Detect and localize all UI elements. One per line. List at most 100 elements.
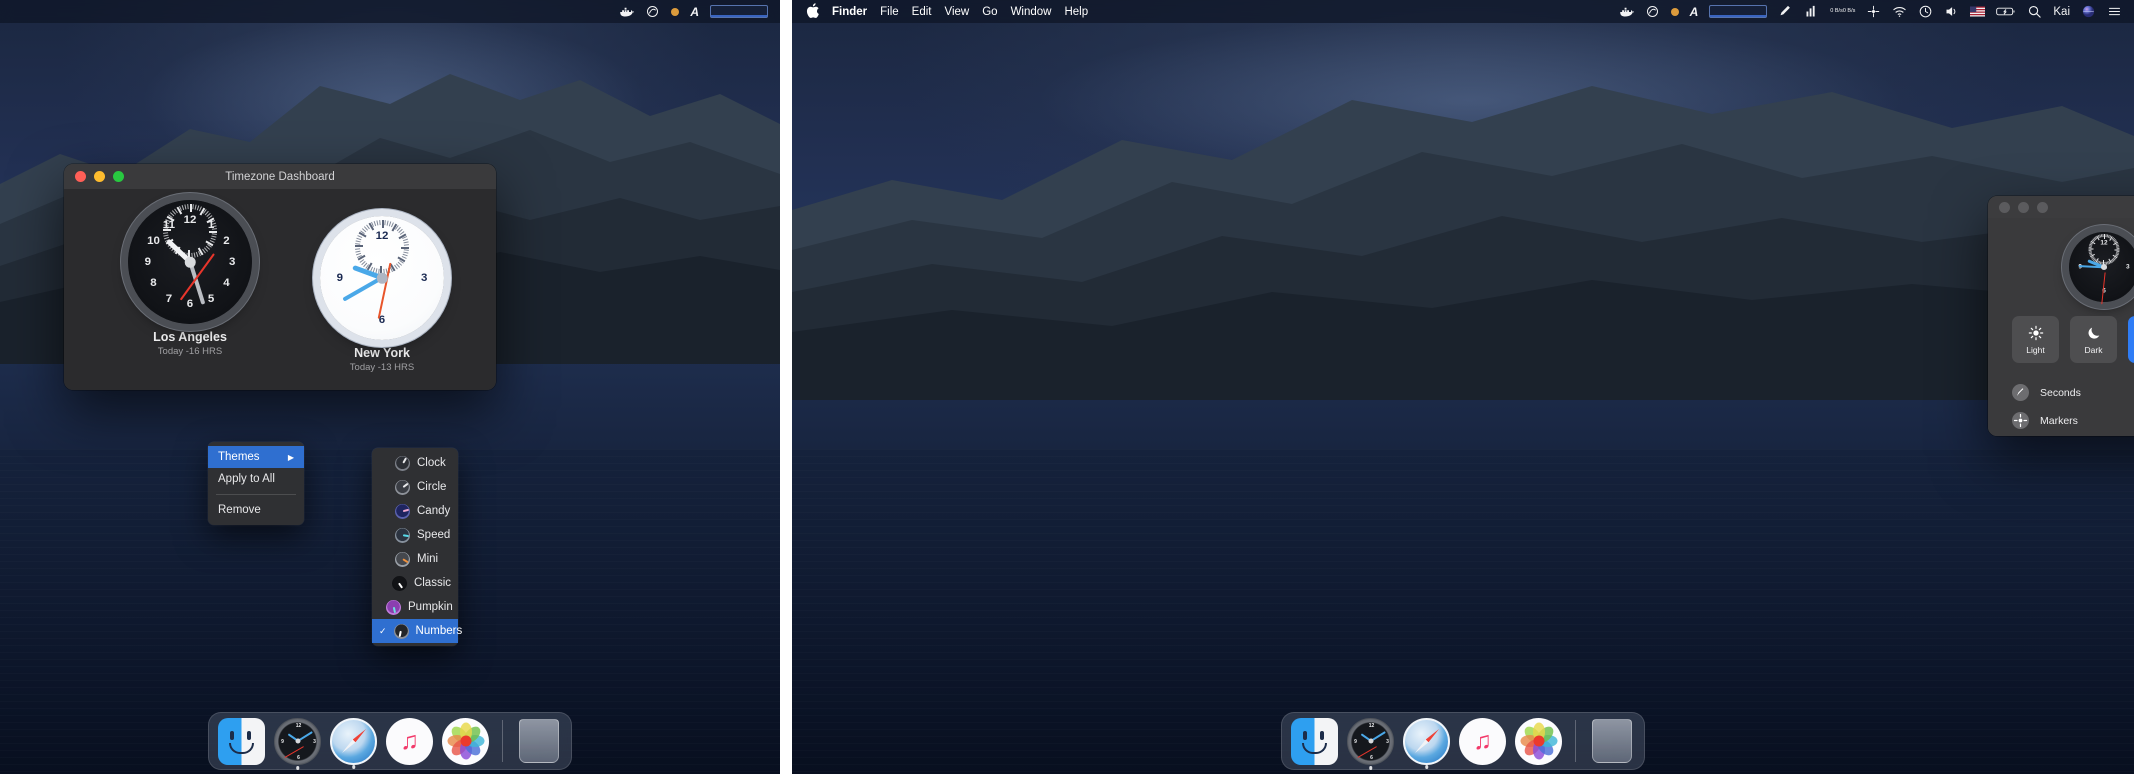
- theme-menu-item-clock[interactable]: Clock: [372, 451, 458, 475]
- input-source-a-icon[interactable]: A: [690, 5, 699, 19]
- spotlight-icon[interactable]: [2027, 4, 2042, 19]
- right-menubar[interactable]: Finder File Edit View Go Window Help A 0…: [792, 0, 2134, 23]
- music-icon[interactable]: ♫: [1459, 717, 1506, 765]
- clock-app-icon[interactable]: 12 3 6 9: [274, 717, 321, 770]
- menubar-item-help[interactable]: Help: [1064, 6, 1088, 18]
- clock-numeral: 3: [2125, 263, 2130, 271]
- theme-menu-item-mini[interactable]: Mini: [372, 547, 458, 571]
- dock-separator: [502, 720, 503, 762]
- airdrop-icon[interactable]: [1866, 4, 1881, 19]
- finder-icon[interactable]: [218, 717, 265, 765]
- appearance-dark-button[interactable]: Dark: [2070, 316, 2117, 363]
- appearance-auto-button[interactable]: Auto: [2128, 316, 2134, 363]
- dashboard-titlebar[interactable]: Timezone Dashboard: [64, 164, 496, 190]
- time-machine-icon[interactable]: [1918, 4, 1933, 19]
- battery-charging-icon[interactable]: [1996, 4, 2016, 19]
- pencil-icon[interactable]: [1778, 4, 1793, 19]
- clock-numeral: 7: [165, 292, 173, 305]
- theme-menu-item-numbers[interactable]: ✓ Numbers: [372, 619, 462, 643]
- docker-icon[interactable]: [619, 4, 635, 19]
- input-field-icon[interactable]: [710, 5, 768, 18]
- creative-cloud-icon[interactable]: [645, 4, 660, 19]
- net-download-rate: 0 B/s: [1842, 8, 1856, 15]
- setting-row-markers[interactable]: Markers: [2012, 412, 2134, 429]
- left-menubar: A: [0, 0, 780, 23]
- clock-city-offset: Today -13 HRS: [349, 362, 415, 373]
- input-source-a-icon[interactable]: A: [1690, 5, 1699, 19]
- clock-card-los-angeles[interactable]: 1 2 3 4 5 6 7 8 9 10 11 12 Los Angeles Today -16 HR…: [108, 200, 272, 357]
- right-dock[interactable]: 12 3 6 9 ♫: [1281, 712, 1645, 770]
- clock-numeral: 2: [223, 234, 230, 247]
- theme-preview-icon: [386, 599, 401, 615]
- menubar-item-go[interactable]: Go: [982, 6, 997, 18]
- amber-dot-icon[interactable]: [671, 7, 680, 16]
- theme-menu-item-pumpkin[interactable]: Pumpkin: [372, 595, 458, 619]
- theme-menu-item-circle[interactable]: Circle: [372, 475, 458, 499]
- keyboard-flag-icon[interactable]: [1970, 4, 1986, 19]
- safari-icon[interactable]: [1403, 717, 1450, 769]
- audio-meter-icon[interactable]: [1804, 4, 1819, 19]
- amber-dot-icon[interactable]: [1670, 7, 1679, 16]
- theme-preview-icon: [395, 527, 410, 543]
- clock-app-icon[interactable]: 12 3 6 9: [1347, 717, 1394, 770]
- minimize-button[interactable]: [94, 171, 105, 182]
- clock-numeral: 12: [375, 229, 389, 242]
- zoom-button[interactable]: [113, 171, 124, 182]
- context-menu-item-remove[interactable]: Remove: [208, 499, 304, 521]
- theme-menu-label: Speed: [417, 529, 451, 541]
- clock-numeral: 9: [1354, 739, 1357, 745]
- settings-titlebar[interactable]: [1988, 196, 2134, 218]
- apple-logo-icon[interactable]: [806, 3, 819, 20]
- finder-icon[interactable]: [1291, 717, 1338, 765]
- safari-icon[interactable]: [330, 717, 377, 769]
- context-menu[interactable]: Themes ▶ Apply to All Remove: [208, 442, 304, 525]
- context-menu-item-themes[interactable]: Themes ▶: [208, 446, 304, 468]
- docker-icon[interactable]: [1619, 4, 1634, 19]
- volume-icon[interactable]: [1944, 4, 1959, 19]
- appearance-mode-group[interactable]: Light Dark Auto: [2012, 316, 2134, 363]
- menubar-item-edit[interactable]: Edit: [912, 6, 932, 18]
- clock-settings-window[interactable]: 12369 Light Dark Auto: [1988, 196, 2134, 436]
- theme-menu-item-classic[interactable]: Classic: [372, 571, 458, 595]
- left-dock[interactable]: 12 3 6 9 ♫: [208, 712, 572, 770]
- timezone-dashboard-window[interactable]: Timezone Dashboard 1 2 3 4 5 6 7 8 9 10 11 12 Los A…: [64, 164, 496, 390]
- music-icon[interactable]: ♫: [386, 717, 433, 765]
- themes-submenu[interactable]: Clock Circle Candy Speed Mini Classic Pumpkin ✓…: [372, 448, 462, 646]
- theme-menu-item-candy[interactable]: Candy: [372, 499, 458, 523]
- panel-divider: [780, 0, 792, 774]
- trash-icon[interactable]: [1592, 719, 1632, 763]
- minimize-button[interactable]: [2018, 201, 2029, 213]
- siri-icon[interactable]: [2081, 4, 2096, 19]
- clock-numeral: 4: [223, 277, 230, 290]
- checkmark-icon: ✓: [379, 625, 387, 636]
- menubar-left[interactable]: Finder File Edit View Go Window Help: [792, 3, 1088, 20]
- close-button[interactable]: [75, 171, 86, 182]
- menubar-item-file[interactable]: File: [880, 6, 899, 18]
- creative-cloud-icon[interactable]: [1645, 4, 1660, 19]
- user-name-label[interactable]: Kai: [2053, 6, 2070, 18]
- input-field-icon[interactable]: [1709, 5, 1768, 18]
- network-rate-icon[interactable]: 0 B/s 0 B/s: [1830, 8, 1855, 15]
- setting-row-seconds[interactable]: Seconds: [2012, 384, 2134, 401]
- menubar-item-window[interactable]: Window: [1011, 6, 1052, 18]
- menubar-status-area[interactable]: A 0 B/s 0 B/s Kai: [1619, 4, 2134, 19]
- theme-menu-label: Classic: [413, 577, 451, 589]
- theme-menu-item-speed[interactable]: Speed: [372, 523, 458, 547]
- traffic-lights[interactable]: [1988, 201, 2048, 213]
- screenshot-stage: A Timezone Dashboard 1 2 3 4 5 6 7 8 9 10 11 12 Los…: [0, 0, 2134, 774]
- menubar-item-view[interactable]: View: [945, 6, 970, 18]
- close-button[interactable]: [1999, 201, 2010, 213]
- context-menu-item-apply-to-all[interactable]: Apply to All: [208, 468, 304, 490]
- control-center-icon[interactable]: [2107, 4, 2122, 19]
- photos-icon[interactable]: [1515, 717, 1562, 765]
- zoom-button[interactable]: [2037, 201, 2048, 213]
- trash-icon[interactable]: [519, 719, 559, 763]
- menubar-app-name[interactable]: Finder: [832, 6, 867, 18]
- clock-tick: [274, 742, 276, 765]
- clock-city-name: New York: [354, 346, 410, 360]
- traffic-lights[interactable]: [64, 171, 124, 182]
- appearance-light-button[interactable]: Light: [2012, 316, 2059, 363]
- clock-card-new-york[interactable]: 12 3 6 9 New York Today -13 HRS: [300, 216, 464, 373]
- photos-icon[interactable]: [442, 717, 489, 765]
- wifi-icon[interactable]: [1892, 4, 1907, 19]
